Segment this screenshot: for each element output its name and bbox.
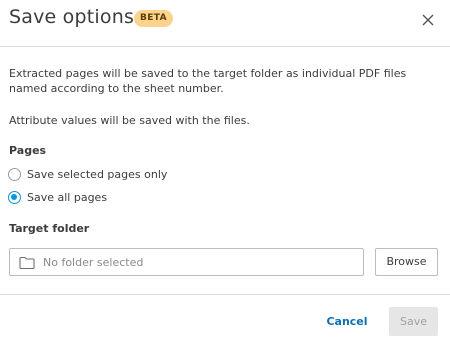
radio-save-all-pages[interactable]: Save all pages <box>8 189 107 205</box>
target-folder-field[interactable]: No folder selected <box>9 248 364 276</box>
save-button[interactable]: Save <box>389 307 438 336</box>
close-icon[interactable] <box>420 12 436 28</box>
dialog-title: Save options <box>9 6 135 28</box>
folder-placeholder: No folder selected <box>43 255 144 269</box>
target-folder-label: Target folder <box>9 222 90 235</box>
radio-button[interactable] <box>8 167 21 181</box>
description-text: Extracted pages will be saved to the tar… <box>9 67 407 95</box>
browse-button[interactable]: Browse <box>375 248 438 276</box>
radio-label: Save selected pages only <box>27 167 168 181</box>
save-options-dialog: Save options BETA Extracted pages will b… <box>0 0 450 342</box>
pages-label: Pages <box>9 144 47 157</box>
radio-label: Save all pages <box>27 190 108 204</box>
attribute-note: Attribute values will be saved with the … <box>9 114 250 127</box>
cancel-button[interactable]: Cancel <box>324 309 370 335</box>
footer-divider <box>0 294 450 295</box>
dialog-header: Save options BETA <box>0 0 450 47</box>
radio-button-checked[interactable] <box>8 190 21 204</box>
folder-icon <box>19 255 35 270</box>
radio-save-selected-pages[interactable]: Save selected pages only <box>8 166 167 182</box>
beta-badge: BETA <box>134 10 174 27</box>
